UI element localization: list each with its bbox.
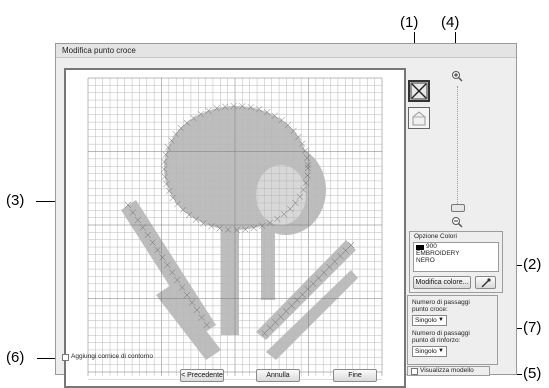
eraser-icon [412,111,426,126]
color-options-label: Opzione Colori [414,233,457,240]
modify-color-button[interactable]: Modifica colore... [413,276,471,289]
cancel-button[interactable]: Annulla [256,369,300,382]
color-name: NERO [416,257,435,264]
cross-stitch-icon [410,82,428,100]
callout-3: (3) [6,192,25,209]
eyedropper-button[interactable] [475,276,496,289]
cross-passes-select[interactable]: Singolo ▼ [412,315,447,326]
show-model-box: Visualizza modello [407,366,490,376]
reinforce-passes-value: Singolo [415,348,437,355]
eraser-tool-button[interactable] [408,107,430,129]
cross-stitch-dialog: Modifica punto croce Opzione Colori 900 … [55,43,517,388]
callout-7: (7) [523,319,542,336]
passes-group: Numero di passaggi punto croce: Singolo … [407,295,498,365]
zoom-out-icon[interactable] [451,216,463,228]
add-frame-checkbox[interactable] [62,354,69,361]
window-title: Modifica punto croce [56,44,516,58]
callout-2: (2) [523,256,542,273]
reinforce-passes-label-2: punto di rinforzo: [412,337,461,344]
previous-button[interactable]: < Precedente [180,369,224,382]
cross-passes-label-2: punto croce: [412,306,448,313]
show-model-checkbox[interactable] [411,368,418,375]
callout-5: (5) [523,365,542,382]
callout-4: (4) [441,14,460,31]
cross-stitch-tool-button[interactable] [408,80,430,102]
stitch-grid[interactable] [66,70,404,386]
zoom-slider-thumb[interactable] [451,204,465,212]
color-list[interactable]: 900 EMBROIDERY NERO [413,242,499,272]
show-model-label: Visualizza modello [420,367,474,374]
finish-button[interactable]: Fine [333,369,377,382]
add-frame-label: Aggiungi cornice di contorno [71,353,154,360]
callout-6: (6) [6,349,25,366]
reinforce-passes-select[interactable]: Singolo ▼ [412,346,447,357]
cross-passes-value: Singolo [415,317,437,324]
color-options-group: Opzione Colori 900 EMBROIDERY NERO Modif… [409,231,503,293]
zoom-slider-track[interactable] [457,86,459,206]
chevron-down-icon: ▼ [438,317,444,323]
eyedropper-icon [481,278,491,288]
stitch-canvas[interactable] [64,68,406,388]
zoom-panel [445,70,478,230]
callout-1: (1) [400,14,419,31]
zoom-in-icon[interactable] [451,70,463,82]
chevron-down-icon: ▼ [438,348,444,354]
